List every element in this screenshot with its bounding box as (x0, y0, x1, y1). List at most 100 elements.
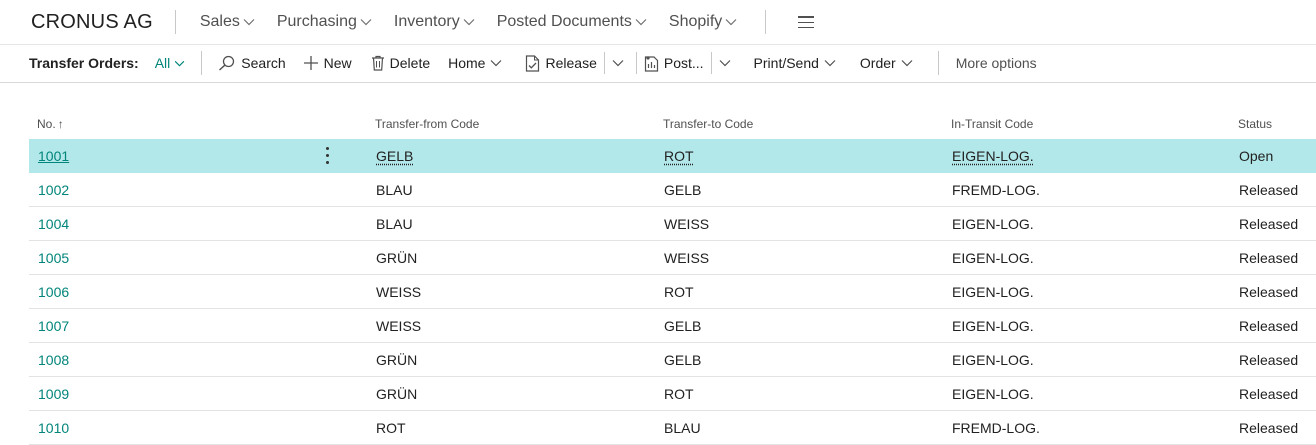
table-row[interactable]: 1004 BLAU WEISS EIGEN-LOG. Released (29, 207, 1316, 241)
nav-purchasing[interactable]: Purchasing (277, 13, 372, 31)
order-number-link[interactable]: 1002 (38, 173, 69, 206)
home-menu[interactable]: Home (448, 55, 507, 71)
in-transit-code: FREMD-LOG. (952, 419, 1040, 436)
chevron-down-icon (635, 19, 647, 26)
status-value: Released (1239, 351, 1299, 368)
document-post-icon (644, 55, 658, 72)
nav-posted-documents-label: Posted Documents (496, 13, 632, 30)
status-value: Released (1239, 215, 1299, 232)
transfer-to-code: ROT (664, 283, 694, 300)
table-row[interactable]: 1006 WEISS ROT EIGEN-LOG. Released (29, 275, 1316, 309)
more-options-label: More options (955, 55, 1037, 71)
action-divider (201, 51, 203, 75)
kebab-icon[interactable] (321, 147, 333, 164)
chevron-down-icon (719, 60, 730, 67)
search-button[interactable]: Search (218, 55, 286, 71)
transfer-to-code: GELB (664, 351, 702, 368)
order-number-link[interactable]: 1007 (38, 309, 69, 342)
plus-icon (303, 56, 318, 70)
column-header-no-label: No. (37, 116, 56, 131)
transfer-orders-table: No. ↑ Transfer-from Code Transfer-to Cod… (29, 108, 1316, 445)
transfer-from-code: GRÜN (376, 385, 418, 402)
action-divider (937, 51, 939, 75)
column-header-transfer-to[interactable]: Transfer-to Code (663, 117, 753, 131)
chevron-down-icon (243, 19, 255, 26)
nav-shopify-label: Shopify (668, 13, 723, 30)
transfer-to-code: GELB (664, 317, 702, 334)
order-number-link[interactable]: 1008 (38, 343, 69, 376)
in-transit-code: EIGEN-LOG. (952, 215, 1034, 232)
new-button[interactable]: New (303, 55, 352, 71)
transfer-from-code: BLAU (376, 181, 413, 198)
table-body: 1001 GELB ROT EIGEN-LOG. Open 1002 BLAU GELB FRE… (29, 139, 1316, 445)
transfer-from-code: GRÜN (376, 351, 418, 368)
transfer-from-code: WEISS (376, 317, 422, 334)
nav-divider (174, 10, 176, 34)
in-transit-code: EIGEN-LOG. (952, 317, 1034, 334)
nav-sales-label: Sales (199, 13, 240, 30)
column-header-in-transit[interactable]: In-Transit Code (951, 117, 1033, 131)
table-row[interactable]: 1009 GRÜN ROT EIGEN-LOG. Released (29, 377, 1316, 411)
nav-divider (765, 10, 767, 34)
chevron-down-icon (612, 60, 624, 67)
action-bar: Transfer Orders: All Search New Delete H… (0, 44, 1316, 83)
table-row[interactable]: 1010 ROT BLAU FREMD-LOG. Released (29, 411, 1316, 445)
print-send-menu[interactable]: Print/Send (754, 55, 841, 71)
table-row[interactable]: 1002 BLAU GELB FREMD-LOG. Released (29, 173, 1316, 207)
page-title: Transfer Orders: (29, 55, 139, 71)
status-value: Released (1239, 419, 1299, 436)
transfer-to-code: ROT (664, 385, 694, 402)
order-number-link[interactable]: 1010 (38, 411, 69, 444)
transfer-from-code: WEISS (376, 283, 422, 300)
column-header-transfer-from[interactable]: Transfer-from Code (375, 117, 479, 131)
chevron-down-icon (175, 60, 185, 66)
company-name[interactable]: CRONUS AG (31, 11, 153, 34)
transfer-to-code: GELB (664, 181, 702, 198)
post-button-label: Post... (663, 55, 704, 71)
transfer-from-code: ROT (376, 419, 406, 436)
status-value: Released (1239, 317, 1299, 334)
transfer-from-code: GRÜN (376, 249, 418, 266)
order-number-link[interactable]: 1005 (38, 241, 69, 274)
in-transit-code: EIGEN-LOG. (952, 385, 1034, 402)
delete-button[interactable]: Delete (371, 55, 430, 71)
chevron-down-icon (463, 19, 475, 26)
trash-icon (371, 55, 384, 71)
hamburger-icon[interactable] (798, 16, 815, 28)
release-button-label: Release (545, 55, 597, 71)
table-row[interactable]: 1005 GRÜN WEISS EIGEN-LOG. Released (29, 241, 1316, 275)
nav-inventory[interactable]: Inventory (394, 13, 475, 31)
status-value: Released (1239, 249, 1299, 266)
chevron-down-icon (360, 19, 372, 26)
table-row[interactable]: 1001 GELB ROT EIGEN-LOG. Open (29, 139, 1316, 173)
post-more-dropdown[interactable] (719, 59, 736, 67)
nav-shopify[interactable]: Shopify (669, 13, 737, 31)
release-more-dropdown[interactable] (612, 59, 629, 67)
nav-posted-documents[interactable]: Posted Documents (497, 13, 647, 31)
view-filter-dropdown[interactable]: All (155, 55, 186, 71)
order-number-link[interactable]: 1001 (38, 139, 69, 172)
post-button[interactable]: Post... (644, 55, 704, 72)
delete-button-label: Delete (389, 55, 431, 71)
sort-ascending-icon: ↑ (57, 116, 64, 131)
status-value: Released (1239, 181, 1299, 198)
column-header-status[interactable]: Status (1238, 117, 1272, 131)
nav-purchasing-label: Purchasing (276, 13, 357, 30)
order-menu[interactable]: Order (860, 55, 918, 71)
order-menu-label: Order (859, 55, 896, 71)
in-transit-code: EIGEN-LOG. (952, 147, 1034, 164)
nav-sales[interactable]: Sales (200, 13, 255, 31)
nav-inventory-label: Inventory (393, 13, 460, 30)
table-row[interactable]: 1007 WEISS GELB EIGEN-LOG. Released (29, 309, 1316, 343)
release-button[interactable]: Release (525, 54, 597, 72)
chevron-down-icon (901, 60, 913, 67)
order-number-link[interactable]: 1004 (38, 207, 69, 240)
print-send-menu-label: Print/Send (753, 55, 819, 71)
order-number-link[interactable]: 1009 (38, 377, 69, 410)
order-number-link[interactable]: 1006 (38, 275, 69, 308)
in-transit-code: EIGEN-LOG. (952, 351, 1034, 368)
table-row[interactable]: 1008 GRÜN GELB EIGEN-LOG. Released (29, 343, 1316, 377)
column-header-no[interactable]: No. ↑ (37, 117, 64, 131)
more-options-button[interactable]: More options (956, 55, 1037, 71)
home-menu-label: Home (448, 55, 486, 71)
